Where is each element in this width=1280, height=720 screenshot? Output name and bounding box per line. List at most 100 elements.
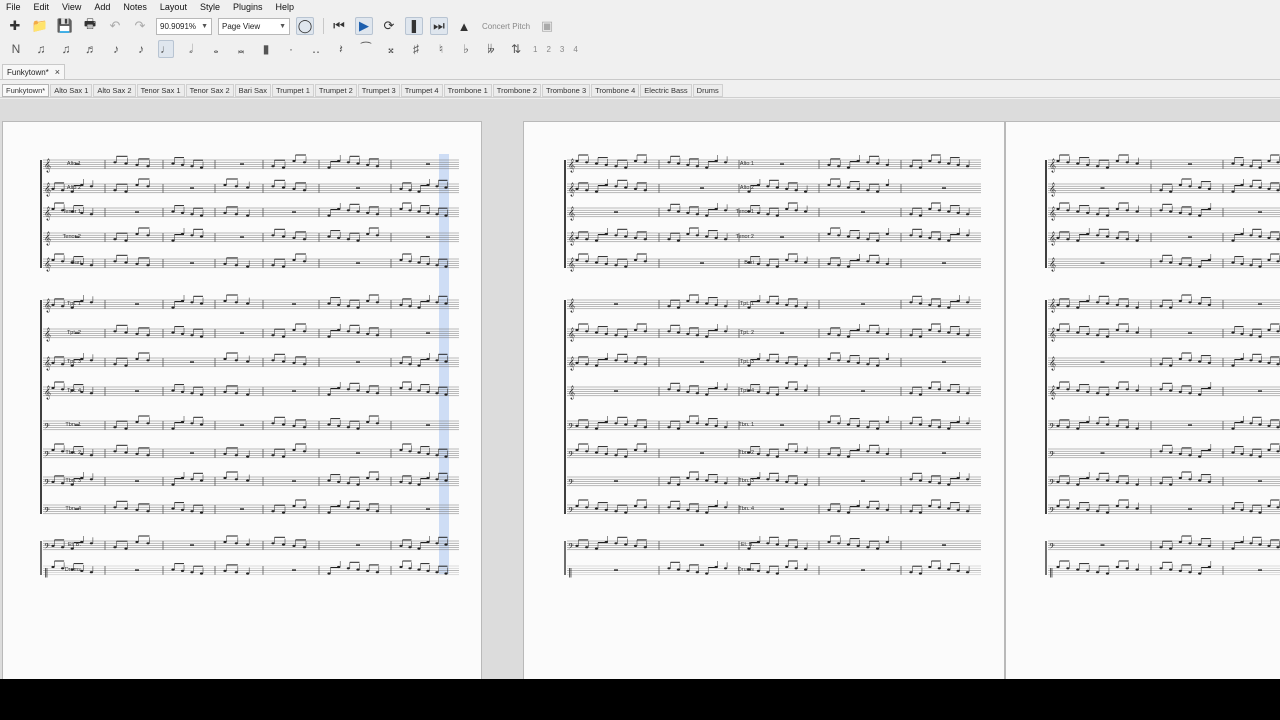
notehead [885,183,889,187]
menu-edit[interactable]: Edit [34,2,50,12]
double-flat-icon[interactable]: 𝄫 [483,40,499,58]
note-16th-icon[interactable]: ♬ [83,40,99,58]
midi-input-icon[interactable]: ◯ [296,17,314,35]
print-icon[interactable]: 🖶 [81,16,99,35]
notehead [667,161,671,164]
notehead [1207,187,1211,190]
clef-bass: 𝄢 [44,542,50,553]
menu-style[interactable]: Style [200,2,220,12]
part-tab[interactable]: Trombone 1 [443,83,492,97]
score-canvas[interactable]: 𝄞 𝄞 𝄞 𝄞 𝄞 𝄞 𝄞 𝄞 𝄞 𝄢 𝄢 𝄢 𝄢 𝄢 ‖ Alto 1 Alto 2 Tenor 1 Tenor … [0,99,1280,679]
notehead [1276,363,1280,366]
part-tab[interactable]: Drums [692,83,723,97]
play-repeats-icon[interactable]: ❚ [405,17,423,35]
note-eighth-alt-icon[interactable]: ♪ [133,40,149,58]
notehead [1249,359,1253,362]
notehead [356,568,360,571]
document-tab[interactable]: Funkytown* × [2,64,66,79]
loop-icon[interactable]: ⟳ [380,17,398,35]
notehead [614,165,618,168]
part-tab[interactable]: Tenor Sax 1 [136,83,185,97]
notehead [1249,542,1253,545]
notehead [1267,159,1271,163]
note-whole-icon[interactable]: 𝅝 [208,40,224,58]
notehead [705,335,709,338]
augmentation-dot-icon[interactable]: · [283,40,299,58]
menu-help[interactable]: Help [276,2,295,12]
new-score-icon[interactable]: ✚ [6,17,24,35]
notehead [399,544,403,547]
notehead [947,568,951,571]
part-tab[interactable]: Trumpet 2 [314,83,357,97]
note-input-mode-icon[interactable]: N [8,40,24,58]
menu-add[interactable]: Add [94,2,110,12]
notehead [375,422,379,425]
part-tab[interactable]: Trumpet 4 [400,83,443,97]
menu-layout[interactable]: Layout [160,2,187,12]
notehead [1198,455,1202,458]
notehead [885,357,889,361]
part-tab[interactable]: Electric Bass [640,83,692,97]
menu-view[interactable]: View [62,2,81,12]
redo-icon[interactable]: ↷ [131,17,149,35]
score-page-3[interactable]: 𝄞 𝄞 𝄞 𝄞 𝄞 𝄞 𝄞 𝄞 𝄞 𝄢 𝄢 𝄢 𝄢 𝄢 ‖ Alto 1 Alto 2 Tenor 1 Tenor … [736,121,1280,679]
open-folder-icon[interactable]: 📁 [31,17,49,35]
score-page-1[interactable]: 𝄞 𝄞 𝄞 𝄞 𝄞 𝄞 𝄞 𝄞 𝄞 𝄢 𝄢 𝄢 𝄢 𝄢 ‖ Alto 1 Alto 2 Tenor 1 Tenor … [2,121,482,679]
part-tab[interactable]: Alto Sax 1 [50,83,93,97]
rewind-icon[interactable]: ⏮ [330,17,348,35]
view-mode-combo[interactable]: Page View ▼ [218,17,290,35]
image-capture-icon[interactable]: ▣ [538,17,556,35]
save-icon[interactable]: 💾 [56,17,74,35]
note-half-icon[interactable]: 𝅗𝅥 [183,40,199,58]
menu-notes[interactable]: Notes [123,2,147,12]
part-tab[interactable]: Trumpet 3 [357,83,400,97]
whole-rest [356,361,360,363]
note-breve-icon[interactable]: 𝅜 [233,40,249,58]
note-quarter-icon[interactable]: ♩ [158,40,174,58]
notehead [51,448,55,452]
double-dot-icon[interactable]: ‥ [308,40,324,58]
part-tab[interactable]: Trombone 2 [492,83,541,97]
rest-icon[interactable]: 𝄽 [333,40,349,58]
part-tab[interactable]: Trombone 4 [591,83,640,97]
undo-icon[interactable]: ↶ [106,17,124,35]
notehead [180,508,185,511]
note-eighth-icon[interactable]: ♪ [108,40,124,58]
close-icon[interactable]: × [55,67,60,77]
notehead [594,427,599,430]
voice-1-button[interactable]: 1 [533,45,537,54]
note-32nd-icon[interactable]: ♫ [58,40,74,58]
double-sharp-icon[interactable]: 𝄪 [383,40,399,58]
notehead [1066,506,1070,509]
pan-score-icon[interactable]: ⏭ [430,17,448,35]
flip-direction-icon[interactable]: ⇅ [508,40,524,58]
notehead [271,422,275,425]
note-64th-icon[interactable]: ♫ [33,40,49,58]
play-icon[interactable]: ▶ [355,17,373,35]
zoom-combo[interactable]: 90.9091% ▼ [156,17,212,35]
tie-icon[interactable]: ⁀ [358,40,374,58]
menu-file[interactable]: File [6,2,21,12]
part-tab[interactable]: Bari Sax [234,83,271,97]
part-tab[interactable]: Trumpet 1 [271,83,314,97]
part-tab[interactable]: Funkytown* [2,83,50,97]
metronome-icon[interactable]: ▲ [455,17,473,35]
flat-icon[interactable]: ♭ [458,40,474,58]
voice-3-button[interactable]: 3 [560,45,564,54]
notehead [180,163,185,166]
sharp-icon[interactable]: ♯ [408,40,424,58]
natural-icon[interactable]: ♮ [433,40,449,58]
notehead [585,260,589,263]
part-tab[interactable]: Tenor Sax 2 [185,83,234,97]
voice-2-button[interactable]: 2 [546,45,550,54]
score-page-2[interactable]: 𝄞 𝄞 𝄞 𝄞 𝄞 𝄞 𝄞 𝄞 𝄞 𝄢 𝄢 𝄢 𝄢 𝄢 ‖ Alto 1 Alto 2 Tenor 1 Tenor … [63,121,1005,679]
notehead [856,448,860,452]
note-longa-icon[interactable]: ▮ [258,40,274,58]
notehead [292,504,296,508]
part-tab[interactable]: Trombone 3 [541,83,591,97]
concert-pitch-button[interactable]: Concert Pitch [482,22,530,31]
voice-4-button[interactable]: 4 [573,45,577,54]
menu-plugins[interactable]: Plugins [233,2,263,12]
part-tab[interactable]: Alto Sax 2 [93,83,136,97]
notehead [124,451,128,454]
